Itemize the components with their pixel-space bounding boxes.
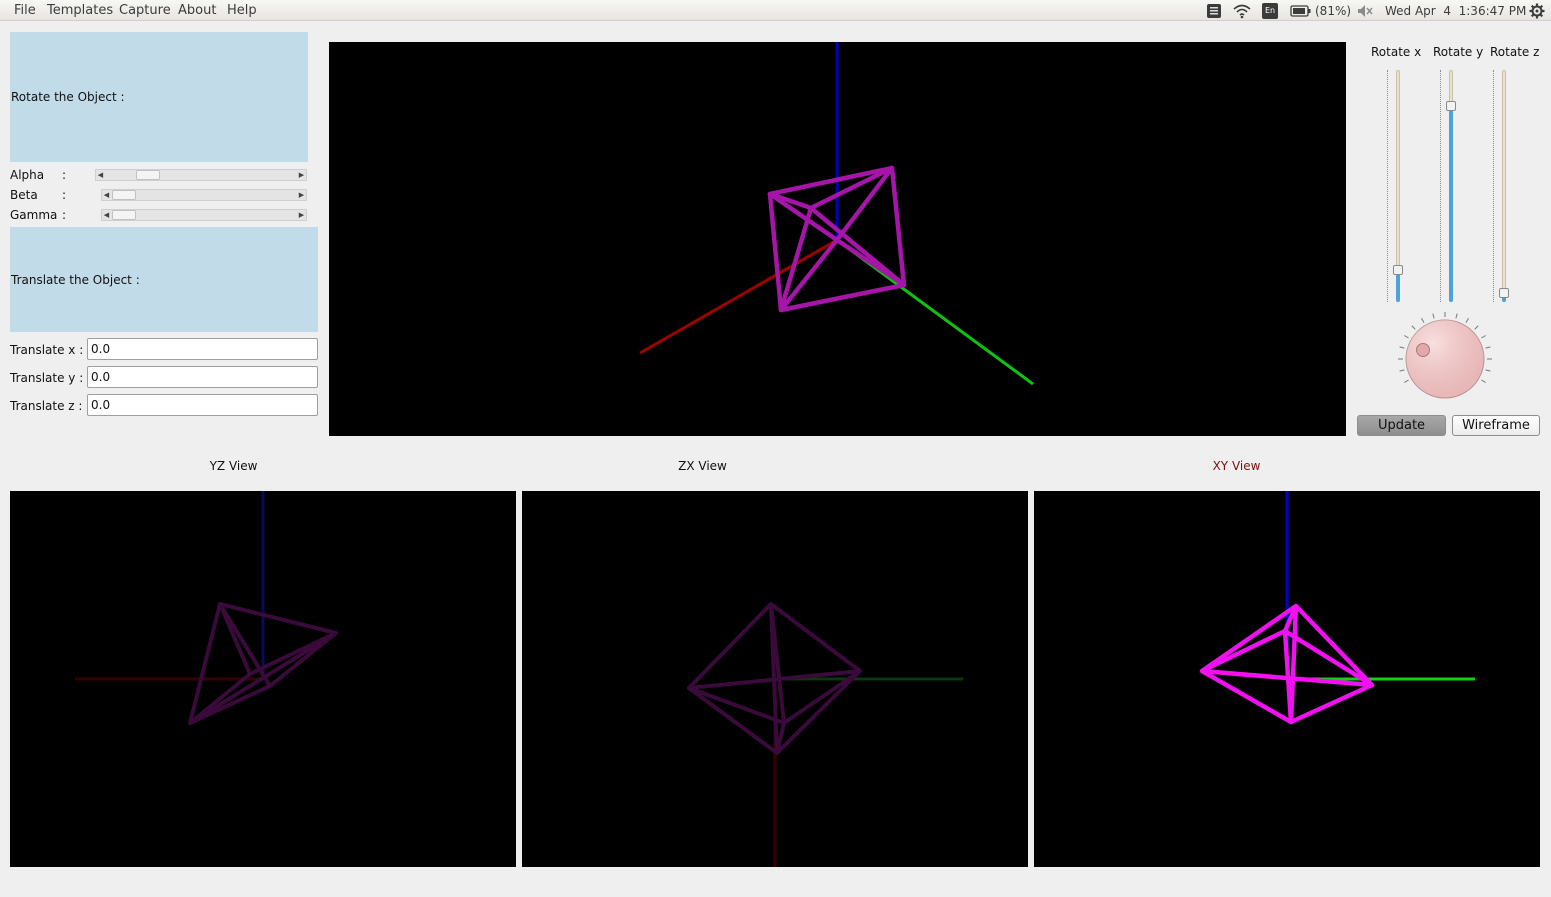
beta-slider[interactable]: ◀ ▶ (101, 189, 307, 201)
alpha-left-arrow-icon[interactable]: ◀ (96, 171, 105, 180)
gamma-colon: : (62, 208, 67, 222)
rotate-z-track (1502, 70, 1506, 302)
update-button[interactable]: Update (1357, 415, 1446, 436)
xy-viewport[interactable] (1034, 491, 1540, 867)
clock[interactable]: Wed Apr 4 1:36:47 PM (1385, 2, 1526, 19)
yz-viewport[interactable] (10, 491, 516, 867)
rotate-x-label: Rotate x (1371, 45, 1422, 59)
rotate-y-handle[interactable] (1446, 101, 1456, 112)
xy-scene (1199, 491, 1475, 725)
rotate-y-fill (1449, 106, 1453, 302)
beta-label: Beta (10, 188, 38, 202)
perspective-viewport[interactable] (329, 42, 1346, 436)
system-gear-icon[interactable] (1529, 2, 1545, 19)
xy-wireframe (1199, 603, 1375, 725)
rotate-z-label: Rotate z (1490, 45, 1540, 59)
volume-muted-icon[interactable] (1357, 2, 1373, 19)
yz-scene (75, 491, 338, 725)
translate-section-title: Translate the Object : (11, 272, 140, 287)
zx-scene (687, 602, 963, 867)
rotate-section-header: Rotate the Object : (10, 32, 308, 162)
alpha-slider-thumb[interactable] (135, 170, 160, 180)
translate-x-input[interactable] (87, 338, 318, 360)
menu-bar: File Templates Capture About Help En (81… (0, 0, 1551, 21)
alpha-colon: : (62, 168, 67, 182)
translate-x-label: Translate x : (10, 343, 84, 357)
alpha-slider[interactable]: ◀ ▶ (95, 169, 307, 181)
rotate-y-slider[interactable] (1438, 70, 1460, 302)
beta-colon: : (62, 188, 67, 202)
battery-indicator[interactable]: (81%) (1290, 2, 1351, 19)
battery-icon (1290, 4, 1311, 17)
gamma-slider-thumb[interactable] (112, 210, 136, 220)
alpha-right-arrow-icon[interactable]: ▶ (297, 171, 306, 180)
perspective-scene (639, 42, 1034, 386)
dial-notch-icon (1416, 343, 1430, 357)
keyboard-layout-label: En (1262, 2, 1278, 19)
rotate-x-ticks (1387, 70, 1388, 302)
rotate-z-slider[interactable] (1491, 70, 1513, 302)
wireframe-button[interactable]: Wireframe (1452, 415, 1540, 436)
beta-right-arrow-icon[interactable]: ▶ (297, 191, 306, 200)
menu-about[interactable]: About (178, 3, 216, 18)
battery-percent: (81%) (1315, 3, 1352, 18)
rotation-dial[interactable] (1395, 309, 1495, 409)
alpha-label: Alpha (10, 168, 45, 182)
translate-y-input[interactable] (87, 366, 318, 388)
menu-capture[interactable]: Capture (119, 3, 171, 18)
wifi-icon[interactable] (1233, 2, 1251, 19)
keyboard-layout-indicator[interactable]: En (1262, 2, 1278, 19)
translate-section-header: Translate the Object : (10, 227, 318, 332)
translate-y-label: Translate y : (10, 371, 84, 385)
yz-view-title: YZ View (209, 459, 258, 473)
rotate-y-ticks (1440, 70, 1441, 302)
rotate-section-title: Rotate the Object : (11, 90, 125, 104)
zx-viewport[interactable] (522, 491, 1028, 867)
gamma-left-arrow-icon[interactable]: ◀ (102, 211, 111, 220)
zx-view-title: ZX View (678, 459, 727, 473)
gamma-label: Gamma (10, 208, 58, 222)
rotate-x-handle[interactable] (1393, 265, 1403, 276)
rotate-z-handle[interactable] (1499, 287, 1509, 298)
rotate-y-label: Rotate y (1433, 45, 1484, 59)
messaging-icon[interactable] (1206, 2, 1222, 19)
translate-z-label: Translate z : (10, 399, 83, 413)
xy-view-title: XY View (1212, 459, 1261, 473)
rotate-x-fill (1396, 270, 1400, 302)
clock-datetime: Wed Apr 4 1:36:47 PM (1385, 3, 1527, 18)
gamma-slider[interactable]: ◀ ▶ (101, 209, 307, 221)
menu-help[interactable]: Help (227, 3, 257, 18)
x-axis-line (639, 238, 838, 355)
menu-templates[interactable]: Templates (47, 3, 113, 18)
beta-slider-thumb[interactable] (112, 190, 136, 200)
beta-left-arrow-icon[interactable]: ◀ (102, 191, 111, 200)
gamma-right-arrow-icon[interactable]: ▶ (297, 211, 306, 220)
translate-z-input[interactable] (87, 394, 318, 416)
rotate-x-slider[interactable] (1385, 70, 1407, 302)
rotate-z-ticks (1493, 70, 1494, 302)
menu-file[interactable]: File (14, 3, 36, 18)
